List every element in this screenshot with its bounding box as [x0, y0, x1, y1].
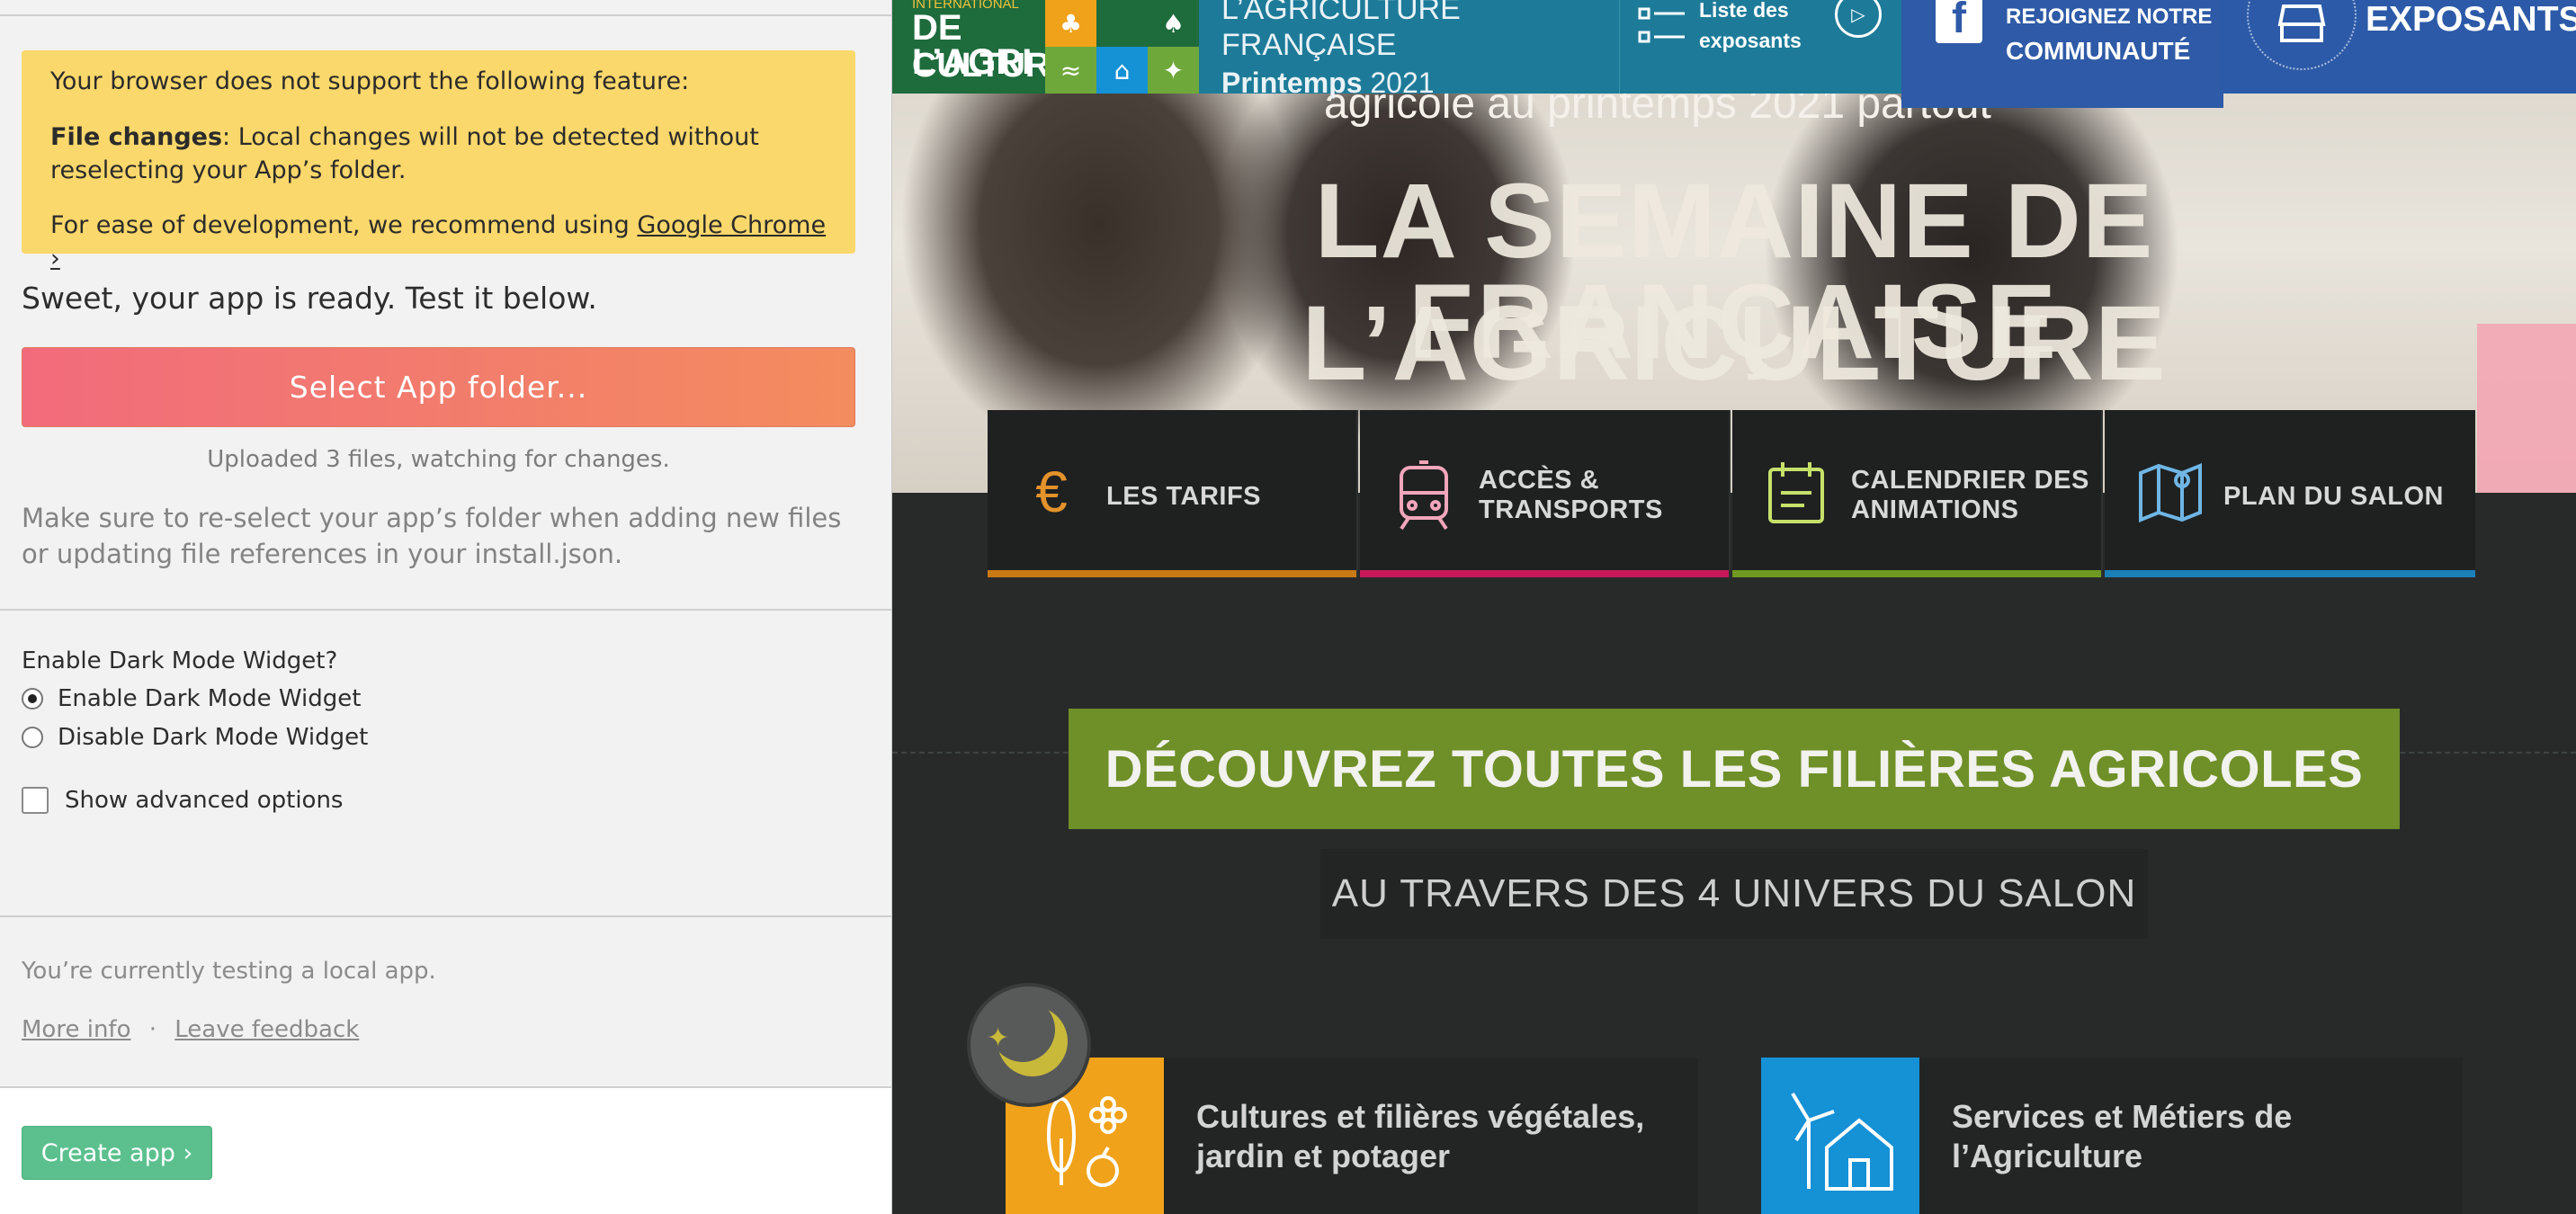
season-year: 2021 [1370, 67, 1435, 99]
radio-checked-icon[interactable] [22, 688, 43, 710]
nav-list-line2: exposants [1699, 29, 1802, 52]
testing-message: You’re currently testing a local app. [22, 958, 436, 985]
reselect-note: Make sure to re-select your app’s folder… [22, 503, 842, 569]
more-info-link[interactable]: More info [22, 1016, 130, 1043]
create-app-button[interactable]: Create app › [22, 1126, 212, 1180]
enable-dark-mode-radio[interactable]: Enable Dark Mode Widget [22, 685, 361, 712]
footer-links: More info · Leave feedback [22, 1016, 359, 1043]
quick-link-label: ACCÈS & TRANSPORTS [1479, 466, 1663, 524]
site-logo[interactable]: INTERNATIONAL DE L’AGRI CULTURE [892, 0, 1073, 94]
quick-link-calendar[interactable]: CALENDRIER DES ANIMATIONS [1732, 410, 2103, 577]
universe-title: Cultures et filières végétales, jardin e… [1196, 1098, 1645, 1174]
brand-line2: FRANÇAISE [1221, 28, 1397, 62]
leave-feedback-link[interactable]: Leave feedback [174, 1016, 359, 1043]
advanced-options-checkbox[interactable]: Show advanced options [22, 787, 343, 814]
warning-feature: File changes: Local changes will not be … [50, 121, 834, 187]
divider [0, 609, 891, 611]
quick-link-label: CALENDRIER DES ANIMATIONS [1851, 466, 2089, 524]
nav-list-line1: Liste des [1699, 0, 1789, 22]
play-icon[interactable]: ▷ [1835, 0, 1882, 38]
reco-text: For ease of development, we recommend us… [50, 211, 638, 239]
sectors-subtitle: AU TRAVERS DES 4 UNIVERS DU SALON [1320, 849, 2148, 939]
brand-line1: L’AGRICULTURE [1221, 0, 1461, 26]
divider [0, 14, 891, 16]
universe-card-crops[interactable]: Cultures et filières végétales, jardin e… [1006, 1058, 1698, 1214]
quick-link-label: LES TARIFS [1106, 482, 1262, 511]
checkbox-icon[interactable] [22, 787, 49, 814]
site-brand: L’AGRICULTURE FRANÇAISE Printemps 2021 [1221, 0, 1461, 103]
ready-message: Sweet, your app is ready. Test it below. [22, 281, 597, 316]
quick-link-bar [1360, 570, 1729, 577]
sectors-banner: DÉCOUVREZ TOUTES LES FILIÈRES AGRICOLES [1069, 709, 2400, 829]
logo-tiles: ♣ ♠ ≈ ⌂ ✦ [1045, 0, 1199, 94]
dark-mode-question: Enable Dark Mode Widget? [22, 647, 338, 674]
quick-link-bar [988, 570, 1356, 577]
animal-icon: ✦ [1148, 47, 1199, 94]
quick-links: € LES TARIFS ACCÈS & TRANSPORTS CALENDRI… [988, 410, 2475, 577]
quick-link-bar [2105, 570, 2475, 577]
radio-label: Enable Dark Mode Widget [58, 685, 362, 712]
map-icon [2137, 460, 2202, 523]
quick-link-tarifs[interactable]: € LES TARIFS [988, 410, 1358, 577]
divider [0, 915, 891, 917]
dark-mode-toggle[interactable]: ✦ [970, 986, 1087, 1103]
facebook-label: REJOIGNEZ NOTRE COMMUNAUTÉ [2006, 0, 2212, 68]
link-separator: · [148, 1016, 157, 1043]
train-icon [1392, 460, 1455, 531]
quick-link-plan[interactable]: PLAN DU SALON [2105, 410, 2475, 577]
facebook-line1: REJOIGNEZ NOTRE [2006, 4, 2213, 29]
upload-status: Uploaded 3 files, watching for changes. [207, 446, 670, 473]
warning-intro: Your browser does not support the follow… [50, 67, 690, 95]
wine-icon: ♠ [1148, 0, 1199, 47]
quick-link-label: PLAN DU SALON [2223, 482, 2444, 511]
warning-recommendation: For ease of development, we recommend us… [50, 209, 834, 275]
exhibitors-label: EXPOSANTS [2366, 0, 2576, 39]
exhibitors-button[interactable]: EXPOSANTS [2220, 0, 2576, 94]
star-icon: ✦ [987, 1022, 1010, 1054]
nav-exhibitor-list[interactable]: Liste des exposants [1619, 0, 1802, 94]
disable-dark-mode-radio[interactable]: Disable Dark Mode Widget [22, 724, 368, 751]
app-panel: Your browser does not support the follow… [0, 0, 892, 1214]
season-label: Printemps [1221, 67, 1363, 99]
house-icon: ⌂ [1096, 47, 1148, 94]
site-preview: agricole au printemps 2021 partout LA SE… [892, 0, 2576, 1214]
universe-card-services[interactable]: Services et Métiers de l’Agriculture [1761, 1058, 2463, 1214]
radio-unchecked-icon[interactable] [22, 727, 43, 748]
carrot-icon: ♣ [1045, 0, 1096, 47]
quick-link-bar [1732, 570, 2101, 577]
fish-icon: ≈ [1045, 47, 1096, 94]
hero-title-line2: FRANÇAISE [1408, 263, 2061, 381]
tile-blank [1096, 0, 1148, 47]
select-app-folder-button[interactable]: Select App folder... [22, 347, 855, 427]
nav-list-label: Liste des exposants [1699, 0, 1802, 56]
universe-title: Services et Métiers de l’Agriculture [1952, 1098, 2293, 1174]
euro-icon: € [1035, 460, 1068, 524]
wind-house-icon [1761, 1058, 1919, 1214]
browser-warning: Your browser does not support the follow… [22, 50, 855, 272]
shop-icon [2247, 0, 2357, 70]
radio-label: Disable Dark Mode Widget [58, 724, 369, 751]
facebook-icon: f [1936, 0, 1982, 43]
video-button[interactable]: ▷ [1819, 0, 1891, 94]
advanced-label: Show advanced options [65, 787, 344, 814]
facebook-line2: COMMUNAUTÉ [2006, 37, 2191, 65]
calendar-icon [1765, 460, 1828, 523]
brand-season: Printemps 2021 [1221, 63, 1461, 103]
facebook-community-link[interactable]: f REJOIGNEZ NOTRE COMMUNAUTÉ [1901, 0, 2223, 108]
feature-label: File changes [50, 123, 223, 151]
list-icon [1638, 5, 1688, 63]
quick-link-transports[interactable]: ACCÈS & TRANSPORTS [1360, 410, 1731, 577]
